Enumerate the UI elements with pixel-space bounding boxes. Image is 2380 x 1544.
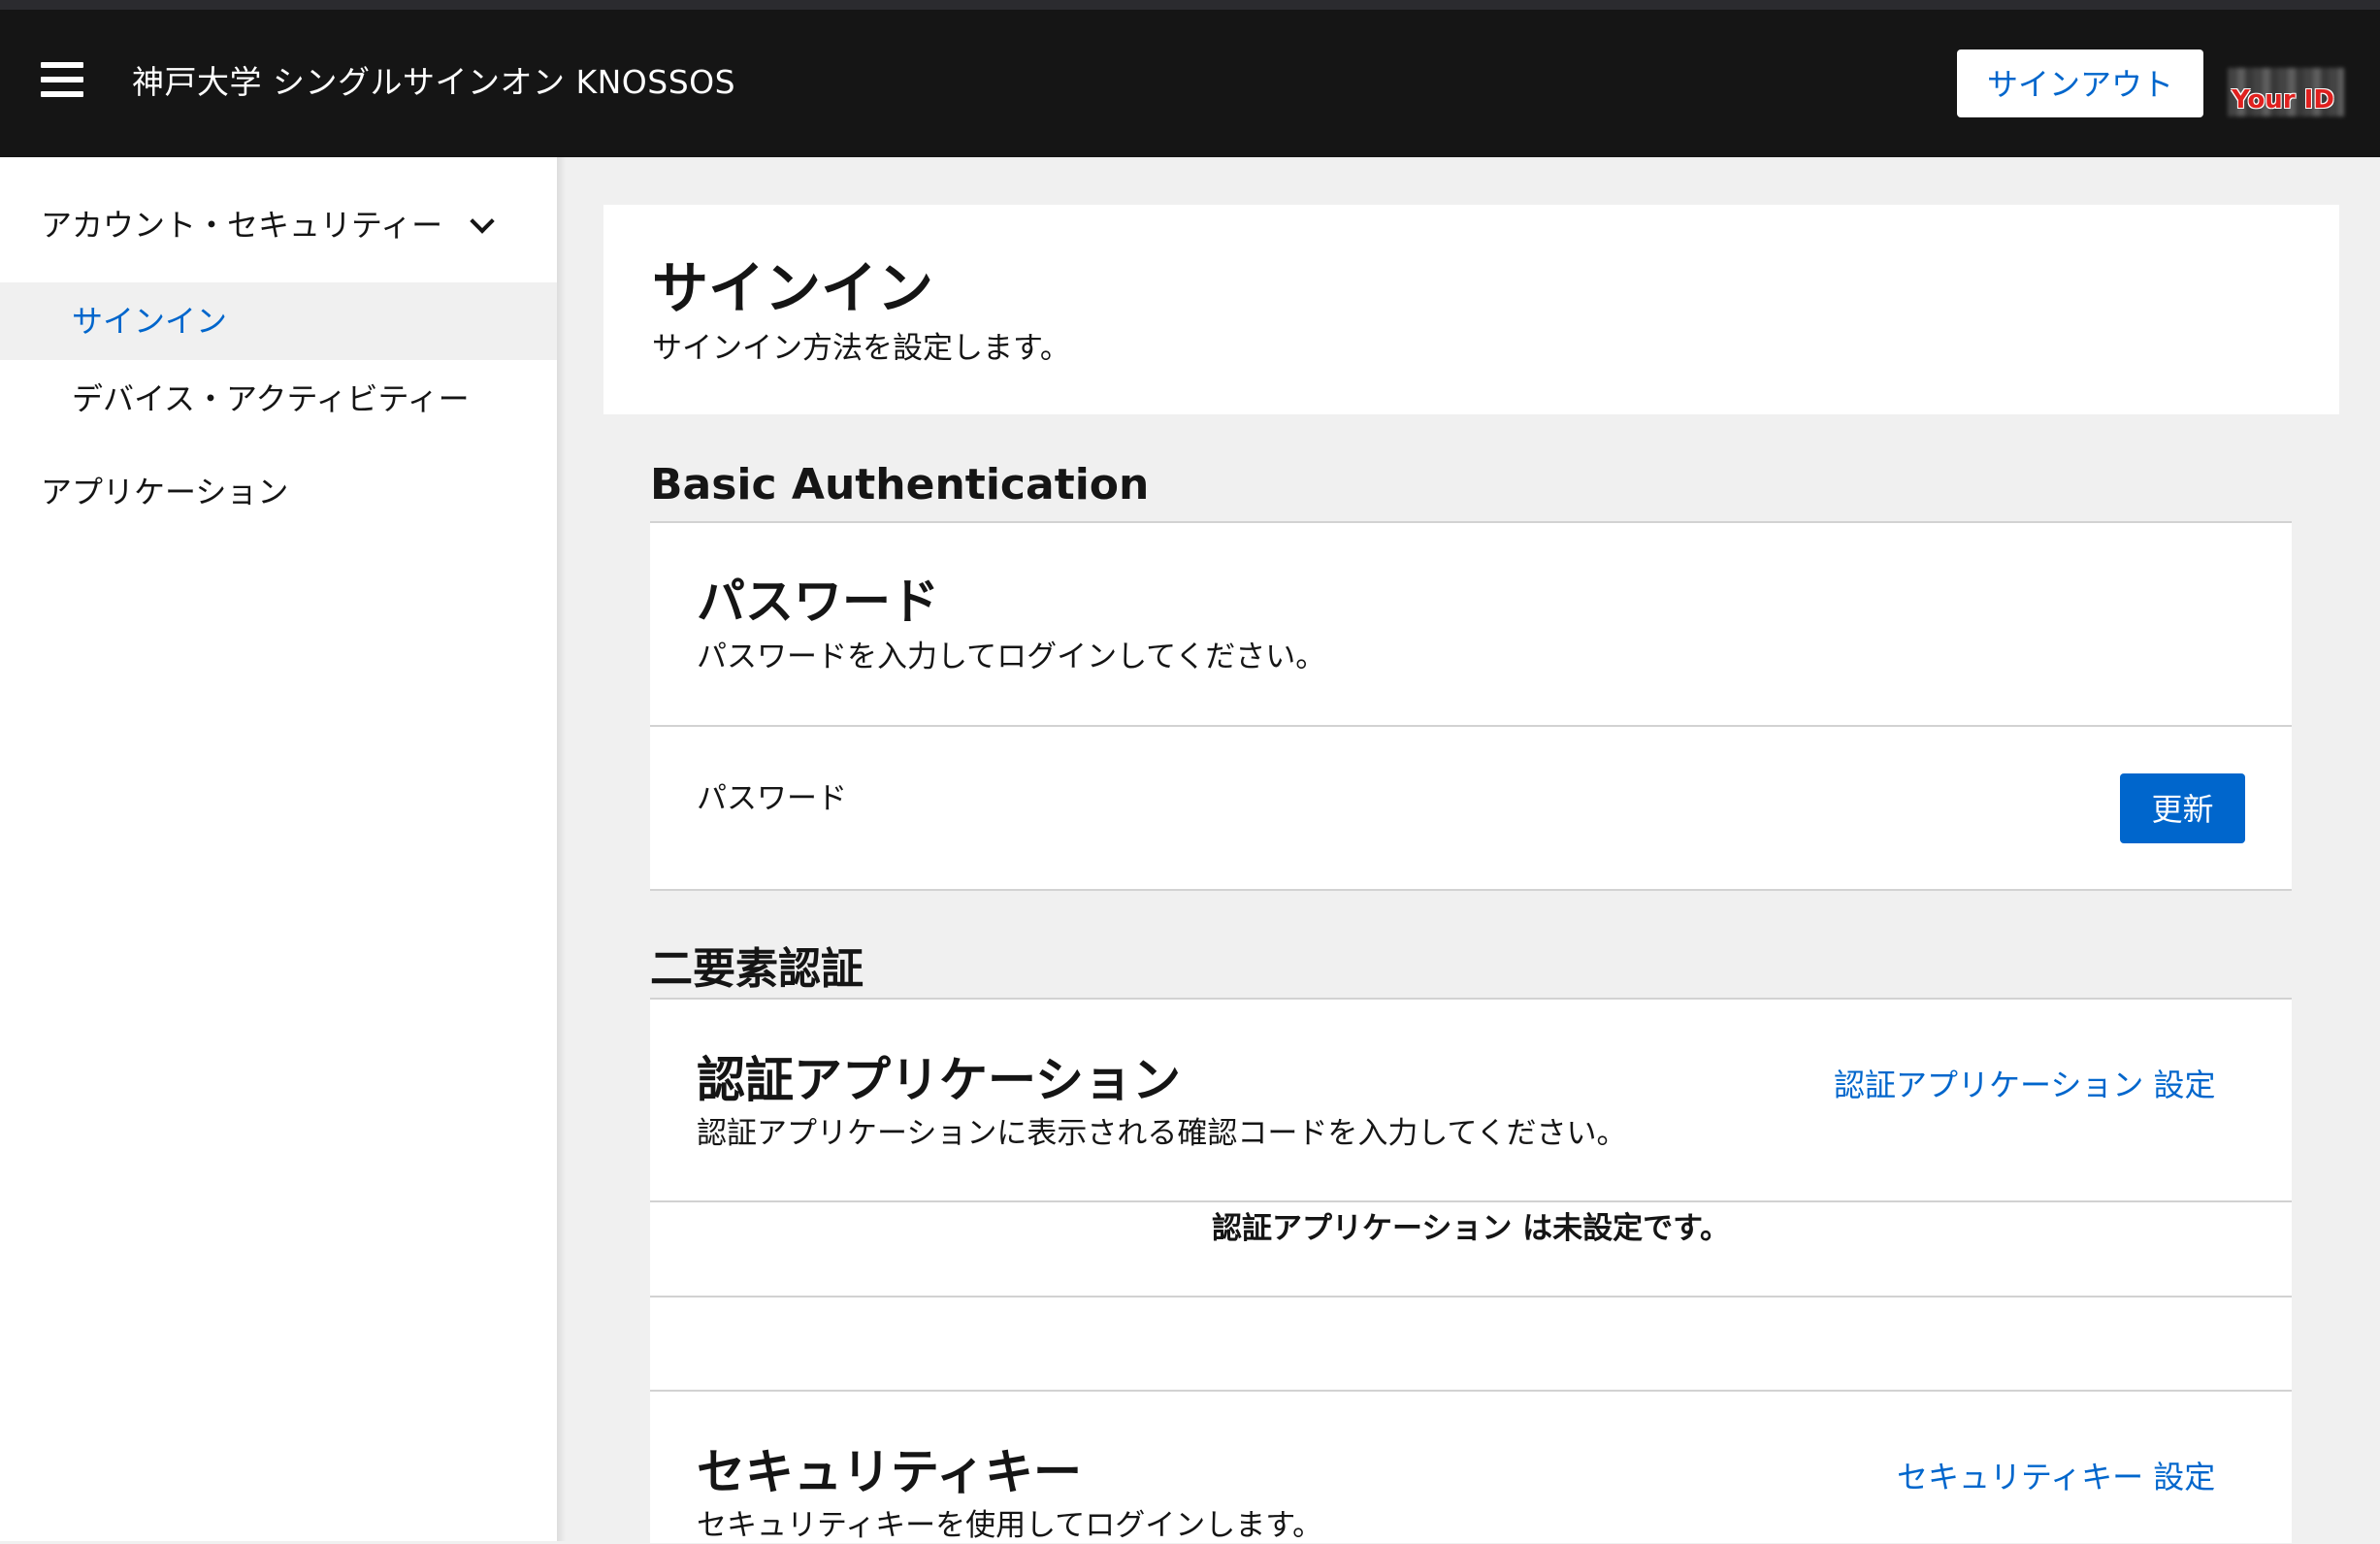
password-row-label: パスワード	[697, 781, 847, 816]
sidebar-item-applications[interactable]: アプリケーション	[41, 468, 288, 512]
brand-title: 神戸大学 シングルサインオン KNOSSOS	[132, 63, 736, 101]
otp-setup-link[interactable]: 認証アプリケーション 設定	[1834, 1061, 2216, 1105]
otp-card-description: 認証アプリケーションに表示される確認コードを入力してください。	[697, 1116, 1627, 1151]
hamburger-icon[interactable]	[41, 60, 83, 99]
otp-card-title: 認証アプリケーション	[697, 1052, 1181, 1108]
card-divider	[650, 1200, 2292, 1202]
card-bottom-border	[650, 889, 2292, 891]
sidebar-item-signin[interactable]: サインイン	[72, 297, 227, 342]
sidebar	[0, 157, 557, 1541]
window-top-edge	[0, 0, 2380, 10]
nav-group-account-security[interactable]: アカウント・セキュリティー	[41, 201, 442, 246]
signout-button[interactable]: サインアウト	[1957, 49, 2203, 117]
sidebar-shadow	[557, 157, 567, 1541]
user-id-label: Your ID	[2232, 85, 2334, 115]
sidebar-item-device-activity[interactable]: デバイス・アクティビティー	[72, 375, 470, 419]
masthead: 神戸大学 シングルサインオン KNOSSOS サインアウト Your ID	[0, 10, 2380, 157]
card-divider	[650, 1390, 2292, 1392]
card-divider	[650, 1296, 2292, 1298]
otp-empty-message: 認証アプリケーション は未設定です。	[1211, 1211, 1731, 1246]
password-card-description: パスワードを入力してログインしてください。	[697, 640, 1326, 674]
section-title-basic-auth: Basic Authentication	[650, 460, 1150, 509]
security-key-setup-link[interactable]: セキュリティキー 設定	[1897, 1453, 2215, 1497]
page-title: サインイン	[652, 255, 934, 321]
password-card-title: パスワード	[697, 574, 939, 630]
page-description: サインイン方法を設定します。	[652, 331, 1070, 366]
section-title-two-factor: 二要素認証	[650, 944, 864, 994]
security-key-title: セキュリティキー	[697, 1444, 1082, 1500]
update-password-button[interactable]: 更新	[2120, 773, 2245, 843]
user-id-badge[interactable]: Your ID	[2228, 68, 2344, 116]
security-key-description: セキュリティキーを使用してログインします。	[697, 1508, 1323, 1543]
card-divider	[650, 725, 2292, 727]
